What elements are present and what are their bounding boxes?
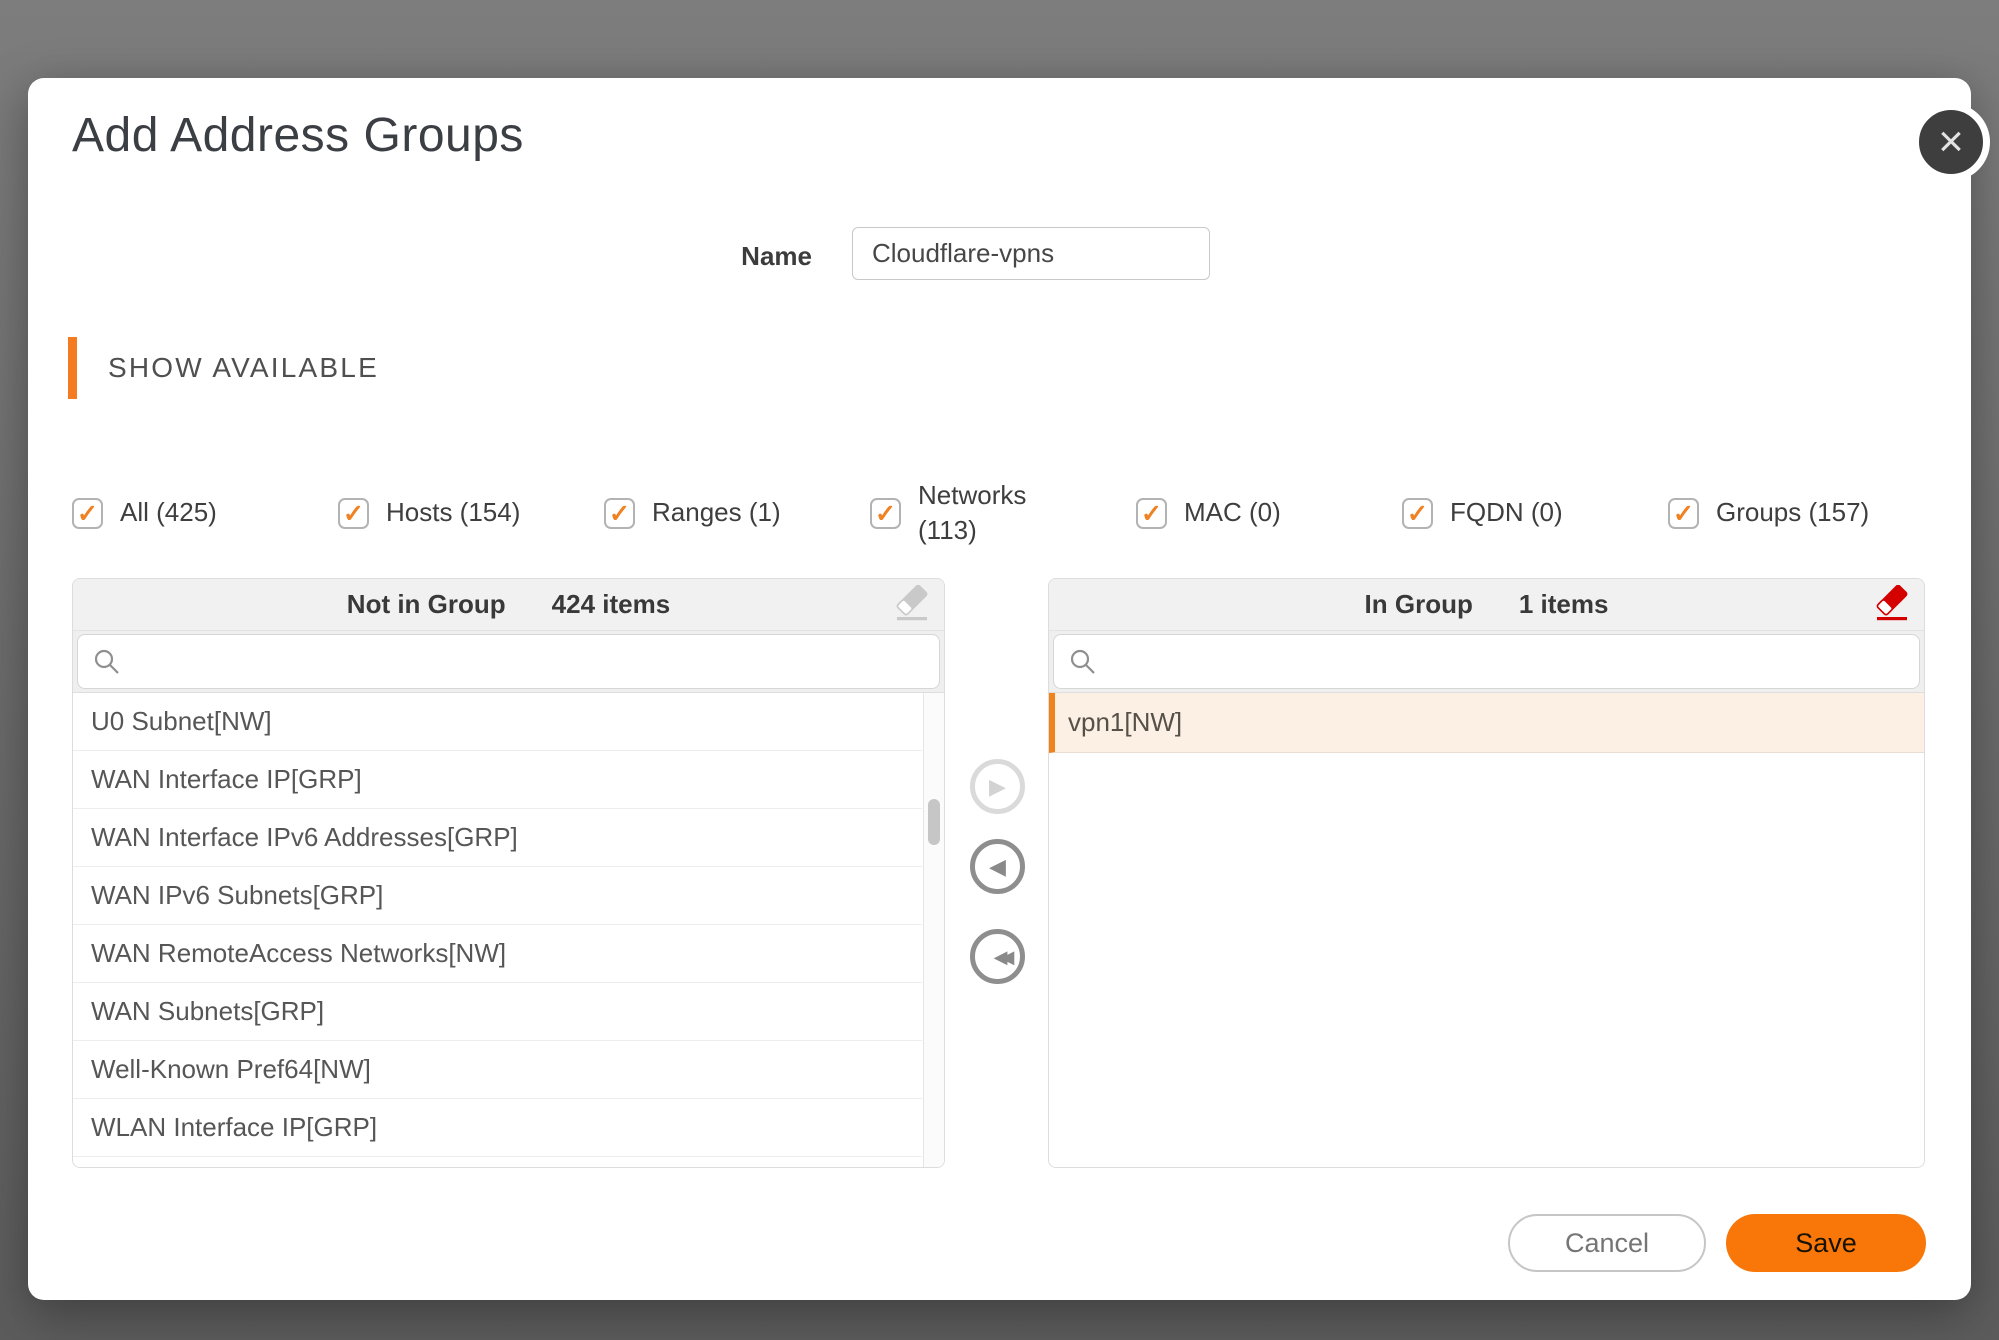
accent-bar bbox=[68, 337, 77, 399]
filter-label: Groups (157) bbox=[1716, 495, 1869, 530]
list-item[interactable]: Well-Known Pref64[NW] bbox=[73, 1041, 922, 1099]
filter-all[interactable]: ✓ All (425) bbox=[72, 495, 338, 530]
check-icon: ✓ bbox=[1141, 502, 1162, 527]
filter-networks[interactable]: ✓ Networks (113) bbox=[870, 478, 1136, 548]
name-input[interactable] bbox=[852, 227, 1210, 280]
double-left-arrow-icon: ◀◀ bbox=[994, 948, 1008, 966]
list-item[interactable]: WAN Interface IP[GRP] bbox=[73, 751, 922, 809]
filter-hosts[interactable]: ✓ Hosts (154) bbox=[338, 495, 604, 530]
close-button[interactable]: × bbox=[1912, 103, 1990, 181]
check-icon: ✓ bbox=[609, 502, 630, 527]
add-address-groups-dialog: Add Address Groups × Name SHOW AVAILABLE… bbox=[28, 78, 1971, 1300]
move-left-button[interactable]: ◀ bbox=[970, 839, 1025, 894]
left-arrow-icon: ◀ bbox=[989, 856, 1006, 878]
scrollbar[interactable] bbox=[923, 693, 944, 1167]
search-input[interactable] bbox=[77, 634, 940, 689]
panel-header: In Group 1 items bbox=[1049, 579, 1924, 631]
backdrop: { "modal": { "title": "Add Address Group… bbox=[0, 0, 1999, 1340]
name-label: Name bbox=[708, 241, 812, 272]
panel-title: In Group bbox=[1365, 589, 1473, 620]
in-group-panel: In Group 1 items vpn1[NW] bbox=[1048, 578, 1925, 1168]
filter-label: Networks (113) bbox=[918, 478, 1046, 548]
list-item[interactable]: WAN Subnets[GRP] bbox=[73, 983, 922, 1041]
checkbox[interactable]: ✓ bbox=[338, 498, 369, 529]
checkbox[interactable]: ✓ bbox=[1136, 498, 1167, 529]
filter-label: All (425) bbox=[120, 495, 217, 530]
item-count: 424 items bbox=[552, 589, 671, 620]
filter-label: MAC (0) bbox=[1184, 495, 1281, 530]
clear-group-button[interactable] bbox=[1872, 585, 1912, 625]
filter-groups[interactable]: ✓ Groups (157) bbox=[1668, 495, 1934, 530]
list-item[interactable]: WAN Interface IPv6 Addresses[GRP] bbox=[73, 809, 922, 867]
panel-title: Not in Group bbox=[347, 589, 506, 620]
clear-search-button[interactable] bbox=[892, 585, 932, 625]
filter-mac[interactable]: ✓ MAC (0) bbox=[1136, 495, 1402, 530]
available-list: U0 Subnet[NW] WAN Interface IP[GRP] WAN … bbox=[73, 693, 944, 1167]
dialog-title: Add Address Groups bbox=[72, 108, 524, 163]
not-in-group-panel: Not in Group 424 items U0 Sub bbox=[72, 578, 945, 1168]
search-bar bbox=[1049, 631, 1924, 693]
show-available-heading: SHOW AVAILABLE bbox=[108, 352, 379, 384]
eraser-icon bbox=[892, 585, 932, 625]
group-member-list: vpn1[NW] bbox=[1049, 693, 1924, 1167]
filter-label: Hosts (154) bbox=[386, 495, 520, 530]
checkbox[interactable]: ✓ bbox=[604, 498, 635, 529]
cancel-button[interactable]: Cancel bbox=[1508, 1214, 1706, 1272]
filter-fqdn[interactable]: ✓ FQDN (0) bbox=[1402, 495, 1668, 530]
show-available-section: SHOW AVAILABLE bbox=[68, 336, 379, 400]
filter-ranges[interactable]: ✓ Ranges (1) bbox=[604, 495, 870, 530]
list-item-selected[interactable]: vpn1[NW] bbox=[1049, 693, 1924, 753]
list-item[interactable]: U0 Subnet[NW] bbox=[73, 693, 922, 751]
item-count: 1 items bbox=[1519, 589, 1609, 620]
check-icon: ✓ bbox=[77, 502, 98, 527]
list-item[interactable]: WAN IPv6 Subnets[GRP] bbox=[73, 867, 922, 925]
move-right-button[interactable]: ▶ bbox=[970, 759, 1025, 814]
check-icon: ✓ bbox=[875, 502, 896, 527]
move-all-left-button[interactable]: ◀◀ bbox=[970, 929, 1025, 984]
list-item[interactable]: WLAN Interface IP[GRP] bbox=[73, 1099, 922, 1157]
check-icon: ✓ bbox=[1673, 502, 1694, 527]
close-icon: × bbox=[1938, 120, 1964, 164]
panel-header: Not in Group 424 items bbox=[73, 579, 944, 631]
filter-label: FQDN (0) bbox=[1450, 495, 1563, 530]
eraser-icon bbox=[1872, 585, 1912, 625]
search-bar bbox=[73, 631, 944, 693]
check-icon: ✓ bbox=[1407, 502, 1428, 527]
search-input[interactable] bbox=[1053, 634, 1920, 689]
save-button[interactable]: Save bbox=[1726, 1214, 1926, 1272]
list-item[interactable]: WAN RemoteAccess Networks[NW] bbox=[73, 925, 922, 983]
checkbox[interactable]: ✓ bbox=[1668, 498, 1699, 529]
checkbox[interactable]: ✓ bbox=[72, 498, 103, 529]
checkbox[interactable]: ✓ bbox=[1402, 498, 1433, 529]
right-arrow-icon: ▶ bbox=[989, 776, 1006, 798]
type-filters: ✓ All (425) ✓ Hosts (154) ✓ Ranges (1) ✓… bbox=[72, 446, 1934, 580]
check-icon: ✓ bbox=[343, 502, 364, 527]
scrollbar-thumb[interactable] bbox=[928, 799, 940, 845]
filter-label: Ranges (1) bbox=[652, 495, 781, 530]
checkbox[interactable]: ✓ bbox=[870, 498, 901, 529]
